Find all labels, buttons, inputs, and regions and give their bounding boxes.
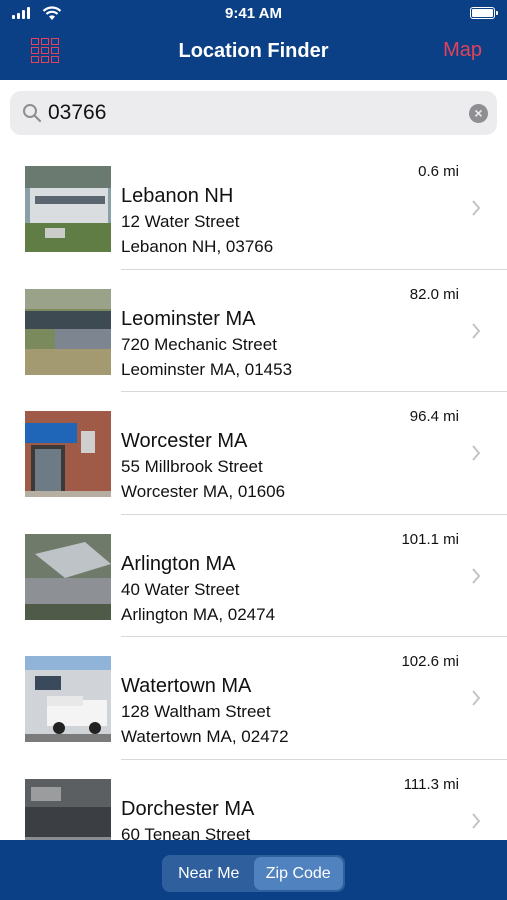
header-bar: 9:41 AM Location Finder Map [0,0,507,80]
distance-label: 111.3 mi [403,775,459,793]
location-street: 12 Water Street [121,212,240,231]
chevron-right-icon [472,813,481,829]
search-mode-segmented-control: Near Me Zip Code [162,855,345,892]
navigation-bar: Location Finder Map [0,28,507,80]
distance-label: 82.0 mi [409,285,459,303]
location-photo [25,533,111,620]
near-me-tab[interactable]: Near Me [164,857,254,890]
distance-label: 0.6 mi [418,163,459,180]
chevron-right-icon [472,322,481,339]
chevron-right-icon [472,568,481,584]
distance-label: 96.4 mi [409,408,459,426]
location-list: 0.6 mi Lebanon NH 12 Water Street Lebano… [0,147,507,840]
distance-label: 102.6 mi [401,653,459,671]
distance-label: 101.1 mi [401,530,459,548]
location-street: 128 Waltham Street [121,702,271,722]
location-name: Lebanon NH [121,185,234,207]
location-city: Watertown MA, 02472 [121,727,289,747]
search-input[interactable] [48,91,448,135]
location-street: 40 Water Street [121,579,240,599]
location-street: 60 Tenean Street [121,824,251,840]
list-item[interactable]: 96.4 mi Worcester MA 55 Millbrook Street… [0,392,507,515]
location-photo [25,778,111,840]
location-name: Dorchester MA [121,797,255,820]
battery-icon [470,7,498,19]
search-bar: × [10,91,497,135]
list-item[interactable]: 0.6 mi Lebanon NH 12 Water Street Lebano… [0,147,507,270]
location-city: Worcester MA, 01606 [121,482,286,502]
list-item[interactable]: 82.0 mi Leominster MA 720 Mechanic Stree… [0,270,507,393]
status-time: 9:41 AM [225,5,282,22]
location-name: Worcester MA [121,430,248,453]
list-item[interactable]: 101.1 mi Arlington MA 40 Water Street Ar… [0,515,507,638]
chevron-right-icon [472,445,481,461]
location-photo [25,411,111,498]
status-bar: 9:41 AM [0,0,507,28]
location-city: Leominster MA, 01453 [121,359,293,379]
location-name: Leominster MA [121,307,256,330]
location-photo [25,656,111,743]
map-button[interactable]: Map [443,39,482,62]
location-city: Arlington MA, 02474 [121,604,276,624]
location-street: 720 Mechanic Street [121,334,277,354]
bottom-toolbar: Near Me Zip Code [0,840,507,900]
clear-search-button[interactable]: × [469,104,488,123]
chevron-right-icon [472,690,481,707]
location-photo [25,288,111,375]
location-city: Lebanon NH, 03766 [121,237,274,256]
list-item[interactable]: 102.6 mi Watertown MA 128 Waltham Street… [0,637,507,760]
location-name: Arlington MA [121,552,236,575]
location-photo [25,166,111,252]
list-item[interactable]: 111.3 mi Dorchester MA 60 Tenean Street [0,760,507,840]
chevron-right-icon [472,200,481,216]
search-icon [23,104,42,123]
zip-code-tab[interactable]: Zip Code [253,857,343,890]
location-street: 55 Millbrook Street [121,457,263,477]
location-name: Watertown MA [121,675,252,698]
page-title: Location Finder [178,40,329,62]
